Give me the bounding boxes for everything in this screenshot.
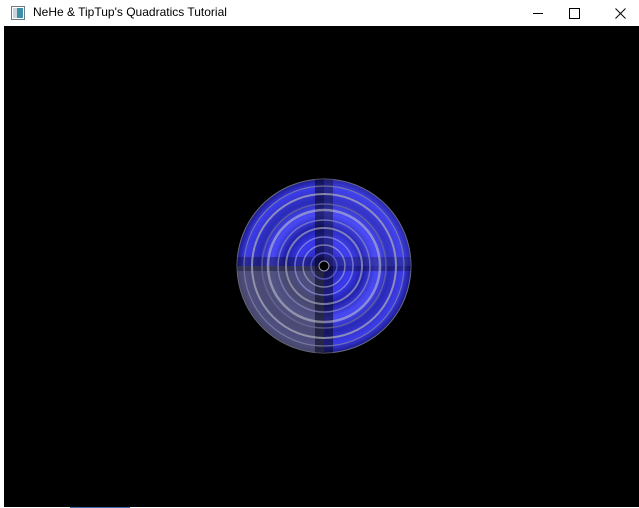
maximize-button[interactable]: [551, 0, 597, 26]
close-button[interactable]: [597, 0, 639, 26]
title-bar[interactable]: NeHe & TipTup's Quadratics Tutorial: [0, 0, 639, 26]
opengl-window-icon[interactable]: [10, 5, 26, 21]
rendered-scene: [236, 178, 412, 354]
opengl-viewport[interactable]: [4, 26, 639, 507]
application-window: NeHe & TipTup's Quadratics Tutorial: [0, 0, 639, 508]
textured-disk: [236, 178, 412, 354]
minimize-icon: [533, 13, 543, 14]
window-title: NeHe & TipTup's Quadratics Tutorial: [33, 5, 227, 19]
maximize-icon: [568, 7, 580, 19]
close-icon: [614, 7, 626, 19]
